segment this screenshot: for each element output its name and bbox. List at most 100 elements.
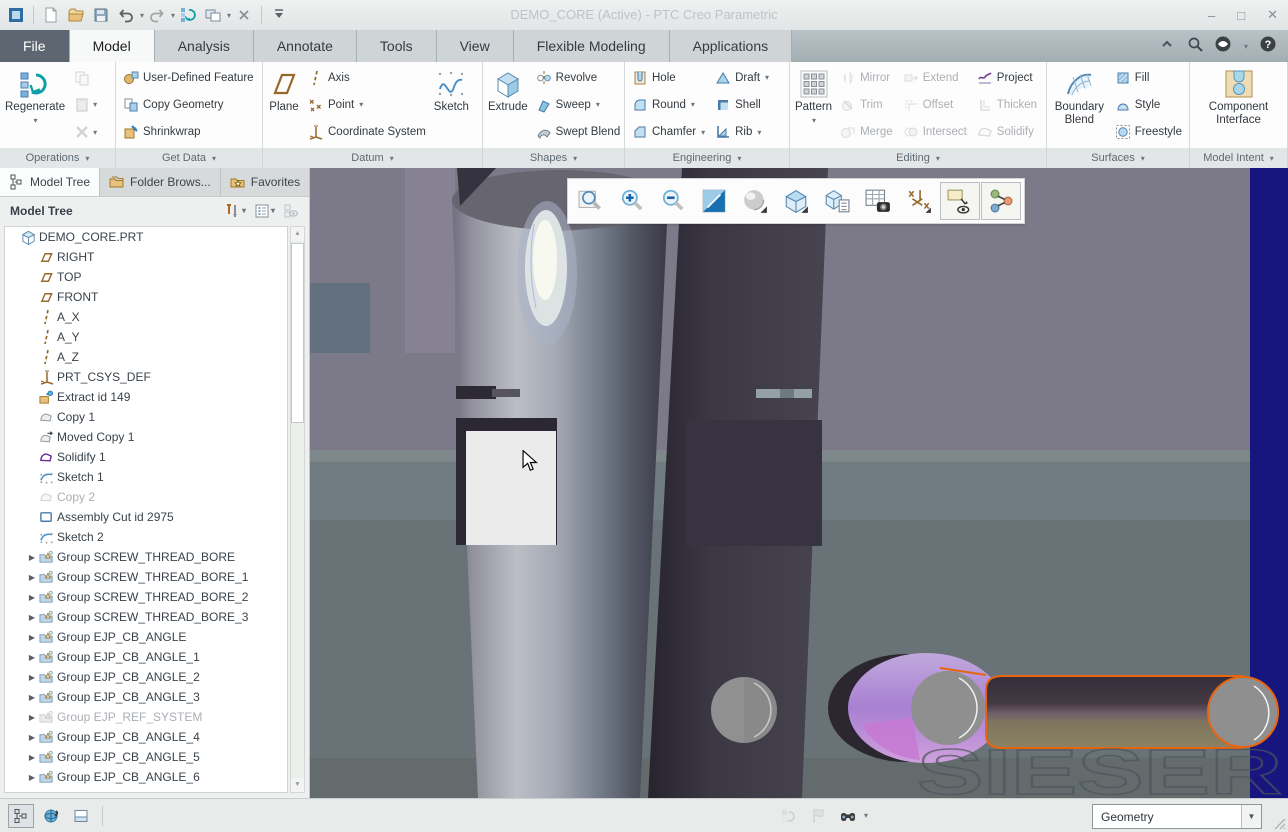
group-dropdown-icon[interactable]: ▾ [212, 154, 216, 163]
thicken-button[interactable]: Thicken [974, 92, 1040, 117]
tree-item-demo-core-prt[interactable]: DEMO_CORE.PRT [5, 227, 287, 247]
group-dropdown-icon[interactable]: ▾ [1270, 154, 1274, 163]
show-annotations-icon[interactable] [283, 203, 299, 219]
chamfer-button[interactable]: Chamfer▾ [629, 120, 708, 145]
extend-button[interactable]: Extend [900, 65, 970, 90]
customize-toolbar-icon[interactable] [267, 3, 291, 27]
tree-item-a-x[interactable]: A_X [5, 307, 287, 327]
tab-view[interactable]: View [437, 30, 514, 62]
repaint-button[interactable] [694, 182, 734, 220]
resource-center-icon[interactable] [1215, 36, 1231, 57]
graphics-area[interactable]: SIESER [310, 168, 1288, 798]
tab-tools[interactable]: Tools [357, 30, 437, 62]
expand-arrow-icon[interactable]: ▶ [25, 753, 39, 762]
swept-blend-button[interactable]: Swept Blend [533, 120, 624, 145]
annotation-display-button[interactable] [940, 182, 980, 220]
hole-button[interactable]: Hole [629, 65, 708, 90]
fill-button[interactable]: Fill [1112, 65, 1185, 90]
expand-arrow-icon[interactable]: ▶ [25, 673, 39, 682]
search-icon[interactable] [1187, 36, 1203, 57]
web-browser-toggle-button[interactable] [38, 804, 64, 828]
group-label-engineering[interactable]: Engineering▾ [625, 148, 790, 168]
tree-item-group-ejp-cb-angle-6[interactable]: ▶Group EJP_CB_ANGLE_6 [5, 767, 287, 787]
point-dropdown-icon[interactable]: ▾ [359, 100, 363, 109]
expand-arrow-icon[interactable]: ▶ [25, 713, 39, 722]
expand-arrow-icon[interactable]: ▶ [25, 733, 39, 742]
project-button[interactable]: Project [974, 65, 1040, 90]
tree-item-front[interactable]: FRONT [5, 287, 287, 307]
group-label-model-intent[interactable]: Model Intent▾ [1190, 148, 1288, 168]
help-icon[interactable]: ? [1260, 36, 1276, 57]
zoom-in-button[interactable] [612, 182, 652, 220]
chevron-down-icon[interactable]: ▼ [1241, 805, 1261, 828]
sketch-button[interactable]: Sketch [431, 63, 472, 147]
tree-item-group-screw-thread-bore-3[interactable]: ▶Group SCREW_THREAD_BORE_3 [5, 607, 287, 627]
scrollbar-thumb[interactable] [291, 243, 304, 423]
tab-applications[interactable]: Applications [670, 30, 793, 62]
window-switch-icon[interactable] [201, 3, 225, 27]
group-label-surfaces[interactable]: Surfaces▾ [1047, 148, 1190, 168]
tree-item-moved-copy-1[interactable]: Moved Copy 1 [5, 427, 287, 447]
tree-item-group-ejp-cb-angle-3[interactable]: ▶Group EJP_CB_ANGLE_3 [5, 687, 287, 707]
dark-pocket-face[interactable] [686, 420, 822, 546]
group-dropdown-icon[interactable]: ▾ [390, 154, 394, 163]
regenerate-small-icon[interactable] [176, 3, 200, 27]
expand-arrow-icon[interactable]: ▶ [25, 573, 39, 582]
offset-button[interactable]: Offset [900, 92, 970, 117]
tab-analysis[interactable]: Analysis [155, 30, 254, 62]
freestyle-button[interactable]: Freestyle [1112, 120, 1185, 145]
expand-arrow-icon[interactable]: ▶ [25, 553, 39, 562]
tree-item-a-z[interactable]: A_Z [5, 347, 287, 367]
pattern-dropdown-icon[interactable]: ▾ [812, 114, 816, 127]
tab-flexible-modeling[interactable]: Flexible Modeling [514, 30, 670, 62]
zoom-refit-button[interactable] [571, 182, 611, 220]
tree-item-group-ejp-ref-system[interactable]: ▶Group EJP_REF_SYSTEM [5, 707, 287, 727]
tree-item-copy-2[interactable]: Copy 2 [5, 487, 287, 507]
highlighted-face[interactable] [466, 431, 556, 545]
coordinate-system-button[interactable]: Coordinate System [305, 120, 429, 145]
selection-filter-combo[interactable]: Geometry ▼ [1092, 804, 1262, 829]
intersect-button[interactable]: Intersect [900, 120, 970, 145]
tree-item-a-y[interactable]: A_Y [5, 327, 287, 347]
tree-item-group-ejp-cb-angle-1[interactable]: ▶Group EJP_CB_ANGLE_1 [5, 647, 287, 667]
save-icon[interactable] [89, 3, 113, 27]
display-style-button[interactable] [776, 182, 816, 220]
maximize-button[interactable]: □ [1237, 8, 1245, 23]
new-file-icon[interactable] [39, 3, 63, 27]
tree-filters-icon[interactable]: ▾ [225, 203, 246, 219]
group-dropdown-icon[interactable]: ▾ [573, 154, 577, 163]
delete-button[interactable]: ▾ [70, 120, 101, 145]
boundary-blend-button[interactable]: Boundary Blend [1049, 63, 1110, 147]
tree-columns-icon[interactable]: ▾ [254, 203, 275, 219]
solidify-button[interactable]: Solidify [974, 120, 1040, 145]
tree-item-group-ejp-cb-angle-2[interactable]: ▶Group EJP_CB_ANGLE_2 [5, 667, 287, 687]
tree-item-prt-csys-def[interactable]: PRT_CSYS_DEF [5, 367, 287, 387]
close-button[interactable]: ✕ [1267, 7, 1278, 23]
group-label-get-data[interactable]: Get Data▾ [116, 148, 263, 168]
navigator-tab-folder-brows[interactable]: Folder Brows... [100, 168, 221, 196]
group-label-operations[interactable]: Operations▾ [0, 148, 116, 168]
resize-grip[interactable] [1274, 818, 1286, 830]
rib-button[interactable]: Rib▾ [712, 120, 772, 145]
component-interface-button[interactable]: Component Interface [1192, 63, 1285, 147]
datum-display-button[interactable] [899, 182, 939, 220]
paste-button[interactable]: ▾ [70, 92, 101, 117]
open-file-icon[interactable] [64, 3, 88, 27]
group-label-datum[interactable]: Datum▾ [263, 148, 483, 168]
trim-button[interactable]: Trim [837, 92, 896, 117]
redo-dropdown-icon[interactable]: ▾ [171, 11, 175, 20]
expand-arrow-icon[interactable]: ▶ [25, 773, 39, 782]
merge-button[interactable]: Merge [837, 120, 896, 145]
style-button[interactable]: Style [1112, 92, 1185, 117]
paste-dropdown-icon[interactable]: ▾ [93, 100, 97, 109]
tree-item-copy-1[interactable]: Copy 1 [5, 407, 287, 427]
extrude-button[interactable]: Extrude [485, 63, 531, 147]
group-dropdown-icon[interactable]: ▾ [1141, 154, 1145, 163]
tree-item-extract-id-149[interactable]: Extract id 149 [5, 387, 287, 407]
app-window-icon[interactable] [4, 3, 28, 27]
tree-item-group-ejp-cb-angle[interactable]: ▶Group EJP_CB_ANGLE [5, 627, 287, 647]
search-model-dropdown-icon[interactable]: ▾ [864, 811, 868, 820]
chamfer-dropdown-icon[interactable]: ▾ [701, 128, 705, 137]
round-dropdown-icon[interactable]: ▾ [691, 100, 695, 109]
undo-icon[interactable] [114, 3, 138, 27]
